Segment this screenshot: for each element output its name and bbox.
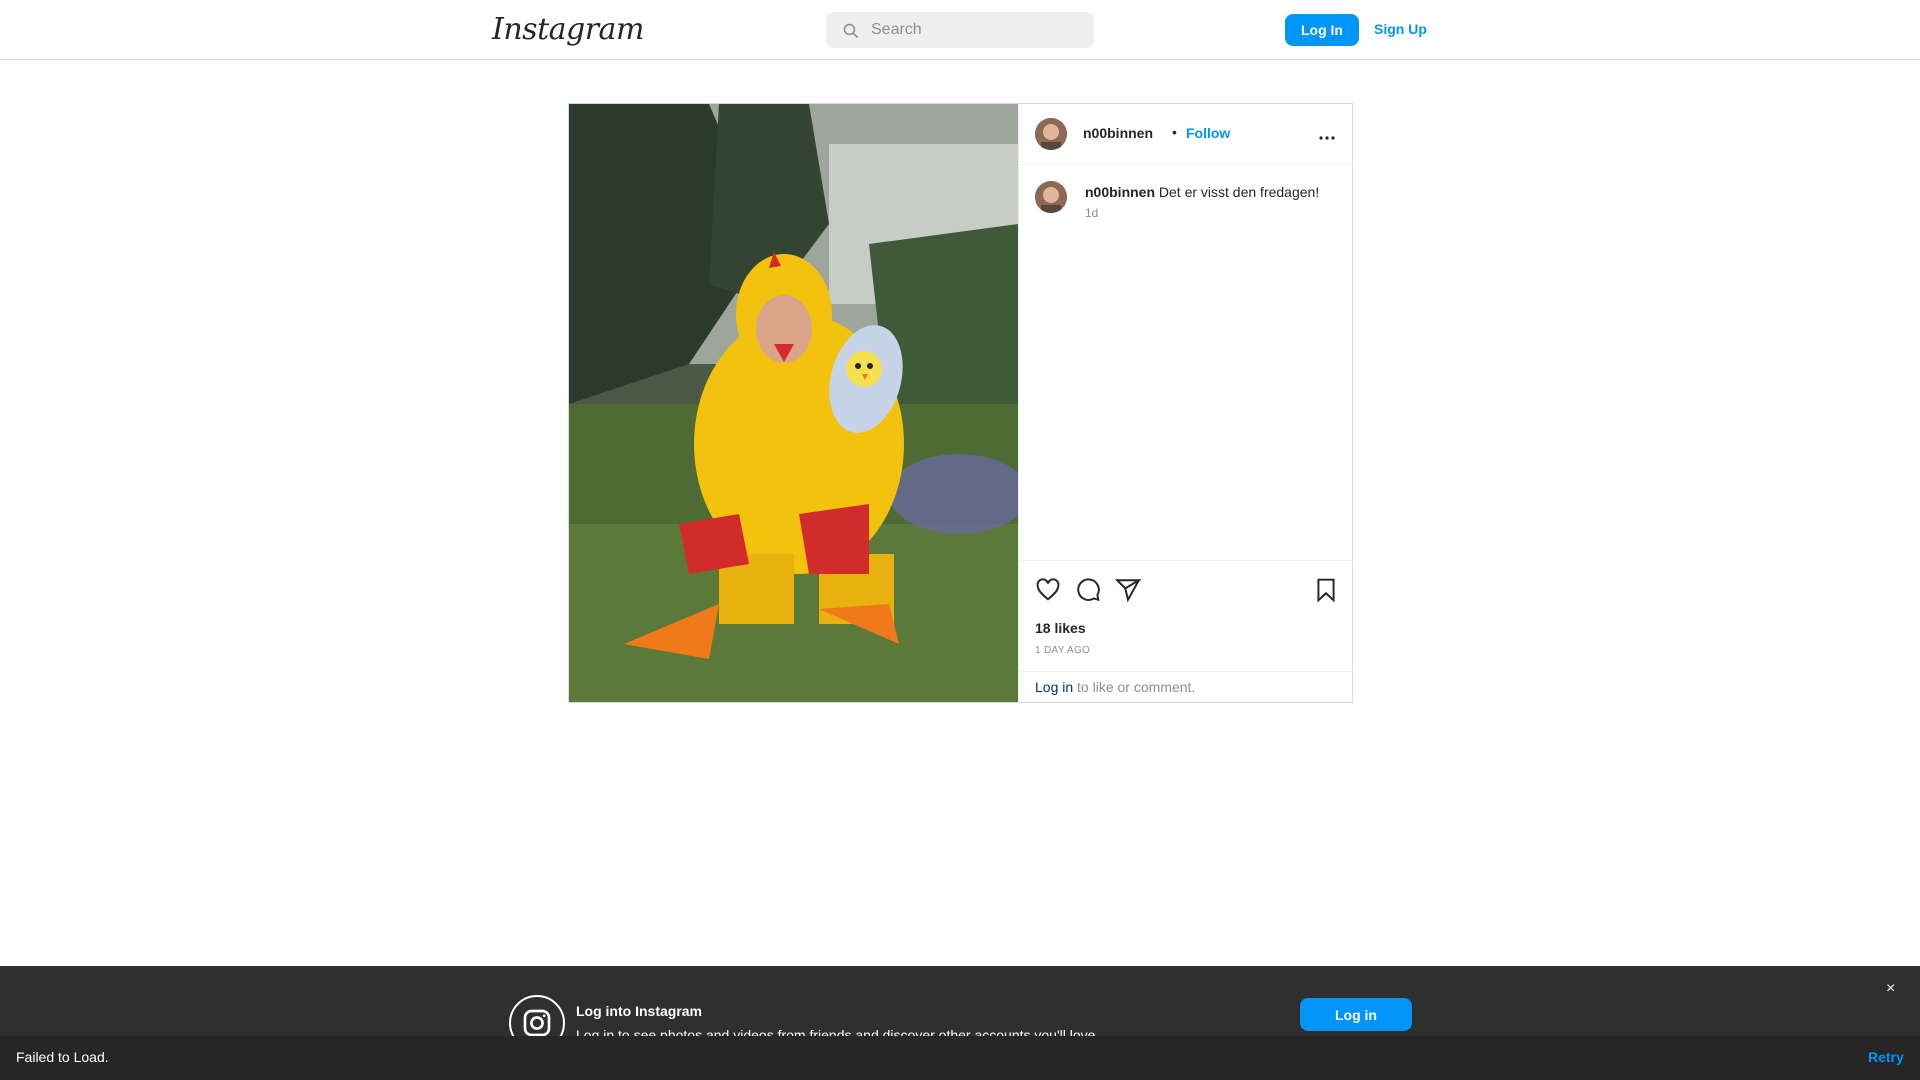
post-header: n00binnen • Follow [1019, 104, 1353, 165]
login-link[interactable]: Log in [1035, 679, 1073, 695]
post-sidebar: n00binnen • Follow n00binnen Det er viss… [1018, 104, 1353, 702]
avatar[interactable] [1035, 118, 1067, 150]
instagram-logo[interactable]: Instagram [492, 12, 644, 47]
search-input[interactable] [871, 21, 1081, 39]
toast-message: Failed to Load. [16, 1049, 109, 1065]
separator-dot: • [1172, 124, 1177, 140]
signup-link[interactable]: Sign Up [1374, 21, 1427, 37]
likes-count[interactable]: 18 likes [1035, 620, 1086, 636]
login-button[interactable]: Log In [1285, 14, 1359, 46]
share-icon[interactable] [1115, 577, 1141, 603]
avatar-image [1035, 118, 1067, 150]
post-username[interactable]: n00binnen [1083, 125, 1153, 141]
banner-title: Log into Instagram [576, 1003, 702, 1019]
caption-username[interactable]: n00binnen [1085, 184, 1155, 200]
more-options-icon[interactable] [1315, 126, 1339, 150]
post-card: n00binnen • Follow n00binnen Det er viss… [568, 103, 1353, 703]
heart-icon[interactable] [1035, 577, 1061, 603]
banner-login-button[interactable]: Log in [1300, 998, 1412, 1031]
top-nav-bar: Instagram Log In Sign Up [0, 0, 1920, 60]
caption-avatar-image [1035, 181, 1067, 213]
close-icon[interactable]: × [1886, 980, 1895, 998]
comment-icon[interactable] [1075, 577, 1101, 603]
caption-text: Det er visst den fredagen! [1158, 184, 1320, 200]
bookmark-icon[interactable] [1313, 577, 1339, 603]
login-prompt-text: to like or comment. [1073, 679, 1196, 695]
search-icon [843, 23, 859, 38]
post-timestamp[interactable]: 1 DAY AGO [1035, 645, 1090, 656]
post-photo-image [569, 104, 1018, 702]
caption-avatar[interactable] [1035, 181, 1067, 213]
follow-button[interactable]: Follow [1186, 125, 1230, 141]
retry-button[interactable]: Retry [1868, 1049, 1904, 1065]
post-actions: 18 likes 1 DAY AGO Log in to like or com… [1019, 560, 1353, 700]
caption-timestamp[interactable]: 1d [1085, 206, 1098, 220]
post-caption: n00binnen Det er visst den fredagen! [1085, 183, 1335, 201]
search-box[interactable] [826, 12, 1094, 48]
post-photo[interactable] [569, 104, 1018, 702]
error-toast: Failed to Load. Retry [0, 1036, 1920, 1080]
login-prompt: Log in to like or comment. [1019, 671, 1353, 701]
